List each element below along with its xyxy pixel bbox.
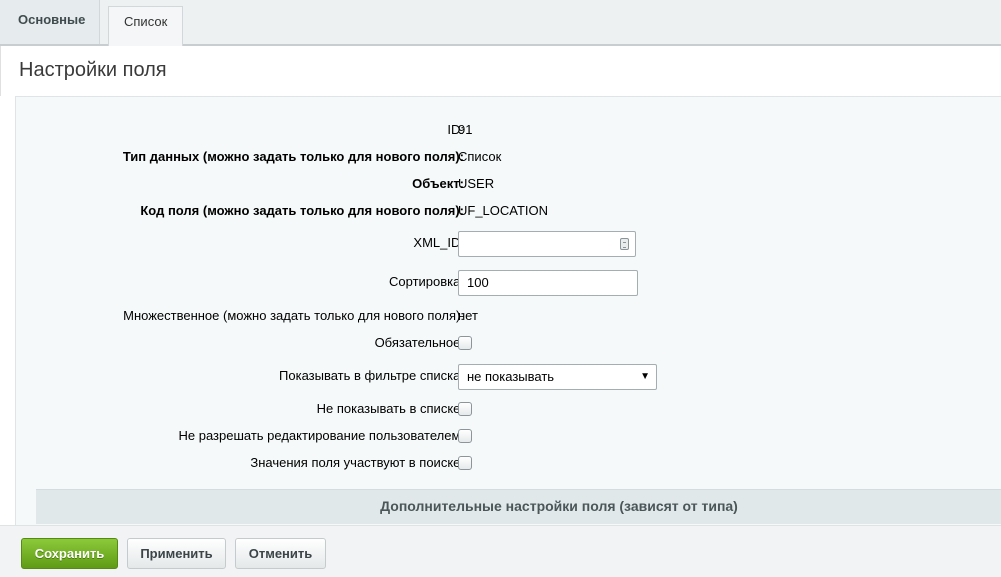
row-show-filter: Показывать в фильтре списка: не показыва… [16, 364, 1001, 390]
sort-input-value: 100 [467, 275, 489, 290]
no-user-edit-checkbox[interactable] [458, 429, 472, 443]
hide-in-list-checkbox[interactable] [458, 402, 472, 416]
id-value: 91 [458, 122, 473, 137]
row-xml-id: XML_ID: [16, 231, 1001, 257]
row-required: Обязательное: [16, 331, 1001, 355]
hide-in-list-label: Не показывать в списке: [316, 401, 464, 416]
object-value: USER [458, 176, 495, 191]
row-field-code: Код поля (можно задать только для нового… [16, 199, 1001, 223]
searchable-checkbox[interactable] [458, 456, 472, 470]
object-label: Объект: [412, 176, 464, 191]
row-id: ID: 91 [16, 118, 1001, 142]
data-type-value: Список [458, 149, 502, 164]
row-no-user-edit: Не разрешать редактирование пользователе… [16, 424, 1001, 448]
field-settings-form: ID: 91 Тип данных (можно задать только д… [15, 96, 1001, 526]
show-filter-label: Показывать в фильтре списка: [279, 368, 464, 383]
tab-strip: Основные Список [0, 0, 1001, 46]
cancel-button[interactable]: Отменить [235, 538, 326, 569]
action-bar: Сохранить Применить Отменить [0, 525, 1001, 577]
row-multiple: Множественное (можно задать только для н… [16, 304, 1001, 328]
data-type-label: Тип данных (можно задать только для ново… [122, 149, 464, 164]
apply-button[interactable]: Применить [127, 538, 226, 569]
sort-input[interactable]: 100 [458, 270, 638, 296]
page-heading: Настройки поля [0, 46, 1001, 96]
autofill-key-icon[interactable] [620, 238, 629, 250]
page-title: Настройки поля [19, 59, 167, 81]
additional-settings-header: Дополнительные настройки поля (зависят о… [36, 489, 1001, 524]
multiple-value: нет [458, 308, 478, 323]
xml-id-label: XML_ID: [413, 235, 464, 250]
dropdown-arrow-icon: ▼ [640, 371, 650, 382]
show-filter-select[interactable]: не показывать ▼ [458, 364, 657, 390]
multiple-label: Множественное (можно задать только для н… [123, 308, 464, 323]
row-sort: Сортировка: 100 [16, 270, 1001, 296]
no-user-edit-label: Не разрешать редактирование пользователе… [178, 428, 464, 443]
searchable-label: Значения поля участвуют в поиске: [250, 455, 464, 470]
field-code-label: Код поля (можно задать только для нового… [140, 203, 464, 218]
additional-settings-title: Дополнительные настройки поля (зависят о… [380, 498, 738, 514]
sort-label: Сортировка: [389, 274, 464, 289]
show-filter-selected: не показывать [467, 369, 555, 384]
xml-id-input[interactable] [458, 231, 636, 257]
row-hide-in-list: Не показывать в списке: [16, 397, 1001, 421]
row-data-type: Тип данных (можно задать только для ново… [16, 145, 1001, 169]
required-checkbox[interactable] [458, 336, 472, 350]
row-object: Объект: USER [16, 172, 1001, 196]
tab-list[interactable]: Список [108, 6, 184, 46]
field-code-value: UF_LOCATION [458, 203, 549, 218]
required-label: Обязательное: [374, 335, 464, 350]
tab-main[interactable]: Основные [0, 0, 100, 44]
save-button[interactable]: Сохранить [21, 538, 118, 569]
row-searchable: Значения поля участвуют в поиске: [16, 451, 1001, 475]
